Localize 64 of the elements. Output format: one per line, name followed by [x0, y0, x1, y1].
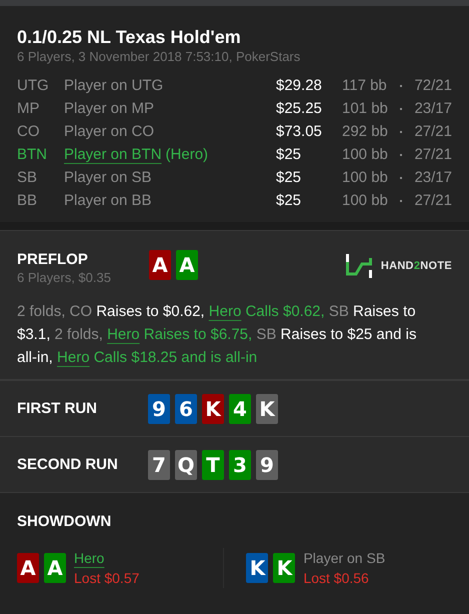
section-title: SHOWDOWN — [17, 512, 112, 532]
hand-title: 0.1/0.25 NL Texas Hold'em — [17, 26, 242, 48]
playing-card: Q — [175, 450, 197, 480]
street-subtitle: 6 Players, $0.35 — [17, 270, 112, 286]
playing-card: 7 — [148, 450, 170, 480]
hero-link[interactable]: Hero — [57, 349, 90, 366]
action-summary: 2 folds, CO Raises to $0.62, Hero Calls $0.62, SB Raises to $3.1, 2 folds, Hero Raises to $6.75, SB Raises to $25 and is all-in, Hero Calls $18.25 and is all-in — [17, 302, 418, 368]
player-stats: 27/21 — [413, 192, 452, 209]
run-title: FIRST RUN — [17, 398, 98, 418]
position-label: BB — [17, 192, 38, 209]
logo-icon — [346, 254, 372, 278]
player-name[interactable]: Player on BTN — [64, 146, 162, 163]
stack-amount: $25.25 — [276, 100, 323, 117]
big-blinds: 117 bb — [342, 77, 388, 94]
street-title: PREFLOP — [17, 250, 89, 270]
big-blinds: 100 bb — [342, 169, 389, 186]
playing-card: 4 — [229, 394, 251, 424]
position-label: MP — [17, 100, 40, 117]
big-blinds: 292 bb — [342, 123, 389, 140]
player-stats: 23/17 — [413, 100, 452, 117]
hero-link[interactable]: Hero — [208, 303, 242, 320]
position-label: CO — [17, 123, 40, 140]
hand-subtitle: 6 Players, 3 November 2018 7:53:10, PokerStars — [17, 48, 302, 66]
playing-card: A — [17, 553, 39, 583]
player-name: Player on BB — [64, 192, 152, 209]
position-label: UTG — [17, 77, 50, 94]
player-stats: 23/17 — [413, 169, 452, 186]
playing-card: 9 — [148, 394, 170, 424]
player-name[interactable]: Hero — [74, 548, 104, 568]
playing-card: K — [202, 394, 224, 424]
hero-tag: (Hero) — [166, 146, 208, 163]
stack-amount: $25 — [276, 169, 302, 186]
player-stats: 27/21 — [413, 123, 452, 140]
player-name: Player on UTG — [64, 77, 164, 94]
stack-amount: $25 — [276, 146, 302, 163]
playing-card: 3 — [229, 450, 251, 480]
playing-card: 6 — [175, 394, 197, 424]
playing-card: T — [202, 450, 224, 480]
playing-card: 9 — [256, 450, 278, 480]
logo-text: HAND2NOTE — [380, 260, 452, 272]
playing-card: A — [176, 250, 198, 280]
player-stats: 27/21 — [413, 146, 452, 163]
hero-link[interactable]: Hero — [107, 326, 140, 343]
stack-amount: $29.28 — [276, 77, 323, 94]
result-text: Lost $0.57 — [74, 569, 140, 588]
playing-card: K — [273, 553, 296, 583]
big-blinds: 101 bb — [342, 100, 389, 117]
player-name: Player on SB — [64, 169, 152, 186]
result-text: Lost $0.56 — [303, 569, 369, 588]
position-label: SB — [17, 169, 38, 186]
player-name: Player on CO — [64, 123, 154, 140]
stack-amount: $73.05 — [276, 123, 323, 140]
player-stats: 72/21 — [413, 77, 452, 94]
run-title: SECOND RUN — [17, 454, 119, 474]
playing-card: A — [149, 250, 171, 280]
playing-card: A — [44, 553, 66, 583]
stack-amount: $25 — [276, 192, 302, 209]
player-name: Player on MP — [64, 100, 154, 117]
big-blinds: 100 bb — [342, 192, 389, 209]
playing-card: K — [246, 553, 268, 583]
big-blinds: 100 bb — [342, 146, 389, 163]
playing-card: K — [256, 394, 278, 424]
player-name: Player on SB — [303, 549, 386, 568]
position-label: BTN — [17, 146, 48, 163]
